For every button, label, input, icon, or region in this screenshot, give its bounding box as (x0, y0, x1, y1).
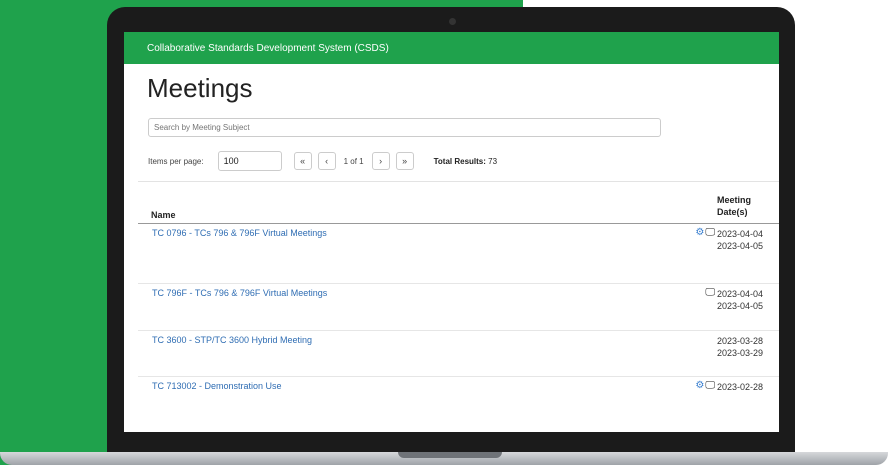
column-header-dates[interactable]: Meeting Date(s) (717, 194, 751, 218)
meeting-dates: 2023-04-04 2023-04-05 (717, 228, 763, 252)
items-per-page-input[interactable]: 100 (217, 151, 282, 171)
pagination-bar: Items per page: 100 « ‹ 1 of 1 › » Total… (138, 150, 779, 172)
next-page-button[interactable]: › (371, 152, 390, 170)
meeting-date: 2023-04-04 (717, 229, 764, 239)
prev-page-button[interactable]: ‹ (317, 152, 336, 170)
row-icons: ⚙ 🖵 (689, 227, 715, 238)
first-page-button[interactable]: « (293, 152, 312, 170)
laptop-screen: Collaborative Standards Development Syst… (124, 32, 779, 432)
table-row: TC 0796 - TCs 796 & 796F Virtual Meeting… (138, 224, 779, 284)
app-title[interactable]: Collaborative Standards Development Syst… (147, 43, 389, 54)
gears-icon: ⚙ (695, 380, 705, 391)
meeting-date: 2023-03-29 (717, 348, 764, 358)
search-input[interactable] (148, 117, 661, 137)
app-header: Collaborative Standards Development Syst… (124, 32, 779, 64)
table-header: Name Meeting Date(s) (138, 182, 779, 224)
meeting-dates: 2023-03-28 2023-03-29 (717, 335, 763, 359)
meeting-link[interactable]: TC 796F - TCs 796 & 796F Virtual Meeting… (152, 288, 327, 298)
column-header-dates-line1: Meeting (717, 195, 752, 205)
meeting-date: 2023-02-28 (717, 382, 764, 392)
gears-icon: ⚙ (695, 227, 705, 238)
table-row: TC 796F - TCs 796 & 796F Virtual Meeting… (138, 284, 779, 331)
meeting-dates: 2023-04-04 2023-04-05 (717, 288, 763, 312)
total-results-label: Total Results: (433, 156, 486, 166)
monitor-icon: 🖵 (705, 380, 715, 391)
monitor-icon: 🖵 (705, 227, 715, 238)
meeting-link[interactable]: TC 0796 - TCs 796 & 796F Virtual Meeting… (152, 228, 327, 238)
meeting-link[interactable]: TC 713002 - Demonstration Use (152, 381, 282, 391)
meeting-link[interactable]: TC 3600 - STP/TC 3600 Hybrid Meeting (152, 335, 312, 345)
row-icons: ⚙ 🖵 (689, 380, 715, 391)
total-results: Total Results: 73 (434, 157, 497, 166)
meeting-date: 2023-03-28 (717, 336, 764, 346)
table-row: TC 3600 - STP/TC 3600 Hybrid Meeting 202… (138, 331, 779, 377)
meeting-dates: 2023-02-28 (717, 381, 763, 393)
meetings-panel: Items per page: 100 « ‹ 1 of 1 › » Total… (138, 114, 779, 427)
table-row: TC 713002 - Demonstration Use ⚙ 🖵 2023-0… (138, 377, 779, 427)
pager: « ‹ 1 of 1 › » (293, 152, 414, 170)
meeting-date: 2023-04-05 (717, 241, 764, 251)
total-results-value: 73 (488, 156, 498, 166)
row-icons: 🖵 (689, 287, 715, 298)
monitor-icon: 🖵 (705, 287, 715, 298)
page-title: Meetings (147, 73, 253, 103)
meeting-date: 2023-04-05 (717, 301, 764, 311)
column-header-name[interactable]: Name (151, 210, 176, 220)
column-header-dates-line2: Date(s) (717, 207, 748, 217)
meeting-date: 2023-04-04 (717, 289, 764, 299)
items-per-page-label: Items per page: (148, 156, 204, 166)
camera-icon (449, 18, 456, 25)
last-page-button[interactable]: » (395, 152, 414, 170)
laptop-notch (398, 452, 502, 458)
page-info: 1 of 1 (343, 156, 364, 166)
